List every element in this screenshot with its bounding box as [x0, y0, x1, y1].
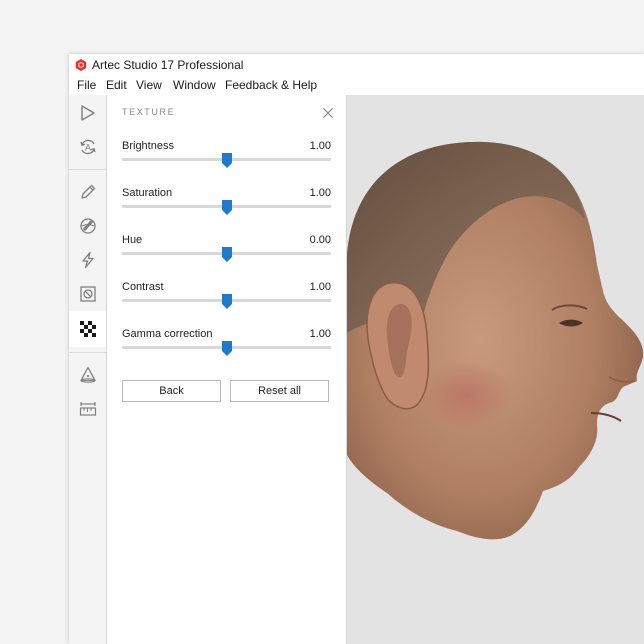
brightness-slider-row: Brightness 1.00: [122, 140, 331, 176]
tool-fast-fusion[interactable]: [69, 243, 106, 277]
3d-viewport[interactable]: [347, 95, 644, 644]
play-icon: [80, 105, 95, 121]
slider-label: Brightness: [122, 140, 174, 152]
gamma-slider-thumb[interactable]: [221, 341, 232, 356]
slider-value: 1.00: [309, 328, 331, 340]
brightness-slider-thumb[interactable]: [221, 153, 232, 168]
menu-view[interactable]: View: [136, 78, 162, 92]
tool-texture[interactable]: [69, 311, 106, 347]
tool-edit[interactable]: [69, 175, 106, 209]
contrast-slider-row: Contrast 1.00: [122, 281, 331, 317]
tool-eraser[interactable]: [69, 209, 106, 243]
eraser-icon: [79, 218, 96, 234]
app-logo-icon: [75, 59, 87, 71]
tool-autopilot[interactable]: A: [69, 130, 106, 164]
close-icon[interactable]: [322, 107, 334, 119]
back-button[interactable]: Back: [122, 380, 221, 402]
menu-file[interactable]: File: [77, 78, 96, 92]
slider-label: Hue: [122, 234, 143, 246]
slider-value: 1.00: [309, 187, 331, 199]
menu-edit[interactable]: Edit: [106, 78, 127, 92]
slider-value: 1.00: [309, 281, 331, 293]
contrast-slider-thumb[interactable]: [221, 294, 232, 309]
saturation-slider-row: Saturation 1.00: [122, 187, 331, 223]
cone-icon: [79, 366, 96, 383]
hue-slider-thumb[interactable]: [221, 247, 232, 262]
texture-panel: TEXTURE Brightness 1.00 Saturation 1.00 …: [107, 95, 347, 644]
title-bar: Artec Studio 17 Professional: [69, 54, 644, 76]
menu-bar: File Edit View Window Feedback & Help: [69, 76, 644, 95]
lightning-icon: [81, 251, 94, 269]
texture-checker-icon: [79, 321, 96, 337]
head-scan-model[interactable]: [347, 95, 644, 644]
saturation-slider-thumb[interactable]: [221, 200, 232, 215]
tool-sidebar: A: [69, 95, 107, 644]
toolbar-divider: [69, 169, 106, 170]
slider-label: Contrast: [122, 281, 164, 293]
app-title: Artec Studio 17 Professional: [92, 58, 244, 72]
slider-label: Saturation: [122, 187, 173, 199]
tool-scan[interactable]: [69, 96, 106, 130]
toolbar-divider: [69, 352, 106, 353]
mask-icon: [79, 286, 96, 302]
menu-window[interactable]: Window: [173, 78, 216, 92]
autopilot-icon: A: [79, 139, 96, 155]
menu-feedback-help[interactable]: Feedback & Help: [225, 78, 317, 92]
hue-slider-row: Hue 0.00: [122, 234, 331, 270]
gamma-slider-row: Gamma correction 1.00: [122, 328, 331, 364]
reset-all-button[interactable]: Reset all: [230, 380, 329, 402]
slider-value: 1.00: [309, 140, 331, 152]
slider-label: Gamma correction: [122, 328, 213, 340]
ruler-icon: [79, 402, 96, 416]
svg-text:A: A: [84, 143, 90, 153]
slider-value: 0.00: [309, 234, 331, 246]
tool-measures[interactable]: [69, 358, 106, 392]
app-window: Artec Studio 17 Professional File Edit V…: [69, 54, 644, 644]
tool-ruler[interactable]: [69, 392, 106, 426]
tool-mask[interactable]: [69, 277, 106, 311]
panel-title: TEXTURE: [122, 107, 176, 117]
pencil-icon: [80, 184, 95, 199]
